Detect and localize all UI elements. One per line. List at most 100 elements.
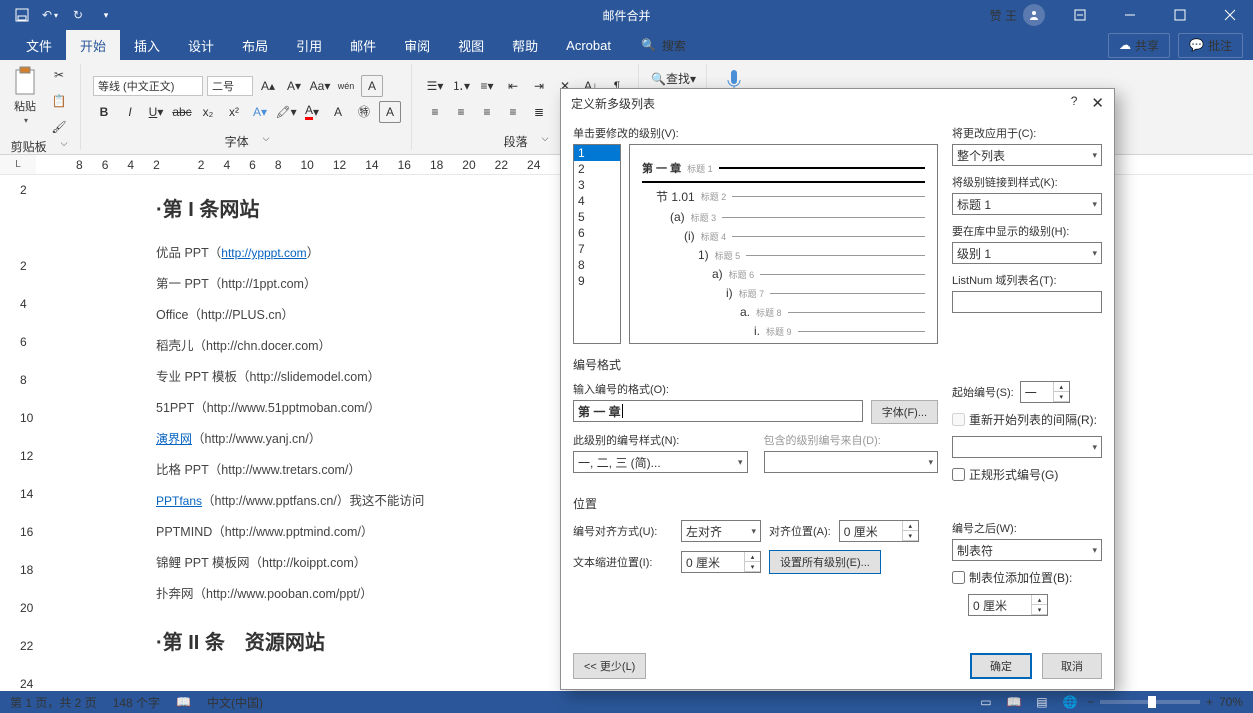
level-list[interactable]: 123456789 (573, 144, 621, 344)
spell-check-icon[interactable]: 📖 (176, 695, 191, 709)
legal-checkbox[interactable]: 正规形式编号(G) (952, 466, 1102, 483)
italic-icon[interactable]: I (119, 101, 141, 123)
numbering-icon[interactable]: ⒈▾ (450, 75, 472, 97)
ok-button[interactable]: 确定 (970, 653, 1032, 679)
superscript-icon[interactable]: x² (223, 101, 245, 123)
tab-references[interactable]: 引用 (282, 30, 336, 61)
language-status[interactable]: 中文(中国) (207, 694, 263, 711)
share-button[interactable]: ☁ 共享 (1108, 33, 1170, 58)
search-box[interactable]: 🔍 搜索 (641, 37, 686, 54)
subscript-icon[interactable]: x₂ (197, 101, 219, 123)
follow-select[interactable]: 制表符▾ (952, 539, 1102, 561)
increase-indent-icon[interactable]: ⇥ (528, 75, 550, 97)
decrease-indent-icon[interactable]: ⇤ (502, 75, 524, 97)
undo-icon[interactable]: ↶▾ (36, 1, 64, 29)
link-style-select[interactable]: 标题 1▾ (952, 193, 1102, 215)
level-item[interactable]: 9 (574, 273, 620, 289)
tab-help[interactable]: 帮助 (498, 30, 552, 61)
tab-layout[interactable]: 布局 (228, 30, 282, 61)
dialog-close-icon[interactable]: ✕ (1091, 94, 1104, 112)
save-icon[interactable] (8, 1, 36, 29)
ruler-tab-selector[interactable]: L (0, 155, 36, 174)
less-button[interactable]: << 更少(L) (573, 653, 646, 679)
doc-link[interactable]: http://ypppt.com (221, 246, 306, 260)
print-view-icon[interactable]: ▤ (1031, 693, 1053, 711)
bullets-icon[interactable]: ☰▾ (424, 75, 446, 97)
shrink-font-icon[interactable]: A▾ (283, 75, 305, 97)
focus-view-icon[interactable]: ▭ (975, 693, 997, 711)
underline-icon[interactable]: U▾ (145, 101, 167, 123)
listnum-input[interactable] (952, 291, 1102, 313)
font-button[interactable]: 字体(F)... (871, 400, 938, 424)
minimize-icon[interactable] (1107, 0, 1153, 30)
numstyle-select[interactable]: 一, 二, 三 (简)...▾ (573, 451, 748, 473)
bold-icon[interactable]: B (93, 101, 115, 123)
read-view-icon[interactable]: 📖 (1003, 693, 1025, 711)
cut-icon[interactable]: ✂ (48, 64, 70, 86)
level-item[interactable]: 4 (574, 193, 620, 209)
start-spinner[interactable]: 一▴▾ (1020, 381, 1070, 403)
find-button[interactable]: 🔍查找▾ (651, 70, 696, 87)
align-select[interactable]: 左对齐▾ (681, 520, 761, 542)
tab-insert[interactable]: 插入 (120, 30, 174, 61)
tab-home[interactable]: 开始 (66, 30, 120, 61)
level-item[interactable]: 1 (574, 145, 620, 161)
font-name-select[interactable] (93, 76, 203, 96)
tab-design[interactable]: 设计 (174, 30, 228, 61)
tab-view[interactable]: 视图 (444, 30, 498, 61)
comments-button[interactable]: 💬 批注 (1178, 33, 1243, 58)
phonetic-icon[interactable]: wén (335, 75, 357, 97)
setall-button[interactable]: 设置所有级别(E)... (769, 550, 881, 574)
web-view-icon[interactable]: 🌐 (1059, 693, 1081, 711)
clear-format-icon[interactable]: A (361, 75, 383, 97)
highlight-icon[interactable]: 🖍▾ (275, 101, 297, 123)
zoom-in-icon[interactable]: + (1206, 695, 1213, 709)
cancel-button[interactable]: 取消 (1042, 653, 1102, 679)
level-item[interactable]: 8 (574, 257, 620, 273)
level-item[interactable]: 5 (574, 209, 620, 225)
strike-icon[interactable]: abc (171, 101, 193, 123)
char-shading-icon[interactable]: A (327, 101, 349, 123)
tabstop-checkbox[interactable]: 制表位添加位置(B): (952, 569, 1102, 586)
char-border-icon[interactable]: A (379, 101, 401, 123)
ribbon-options-icon[interactable] (1057, 0, 1103, 30)
apply-to-select[interactable]: 整个列表▾ (952, 144, 1102, 166)
alignat-spinner[interactable]: 0 厘米▴▾ (839, 520, 919, 542)
font-color-icon[interactable]: A▾ (301, 101, 323, 123)
zoom-slider[interactable] (1100, 700, 1200, 704)
level-item[interactable]: 2 (574, 161, 620, 177)
tab-mailings[interactable]: 邮件 (336, 30, 390, 61)
user-account[interactable]: 赞 王 (990, 4, 1045, 26)
maximize-icon[interactable] (1157, 0, 1203, 30)
format-painter-icon[interactable]: 🖌 (48, 116, 70, 138)
change-case-icon[interactable]: Aa▾ (309, 75, 331, 97)
doc-link[interactable]: PPTfans (156, 494, 202, 508)
multilevel-icon[interactable]: ≡▾ (476, 75, 498, 97)
close-icon[interactable] (1207, 0, 1253, 30)
distribute-icon[interactable]: ≣ (528, 101, 550, 123)
align-right-icon[interactable]: ≡ (476, 101, 498, 123)
zoom-out-icon[interactable]: − (1087, 695, 1094, 709)
justify-icon[interactable]: ≡ (502, 101, 524, 123)
page-status[interactable]: 第 1 页，共 2 页 (10, 694, 97, 711)
dialog-help-icon[interactable]: ? (1071, 94, 1078, 112)
indent-spinner[interactable]: 0 厘米▴▾ (681, 551, 761, 573)
align-left-icon[interactable]: ≡ (424, 101, 446, 123)
vertical-ruler[interactable]: 224681012141618202224 (0, 175, 36, 695)
tab-file[interactable]: 文件 (12, 30, 66, 61)
text-effects-icon[interactable]: A▾ (249, 101, 271, 123)
numfmt-input[interactable]: 第 一 章 (573, 400, 863, 422)
level-item[interactable]: 3 (574, 177, 620, 193)
zoom-value[interactable]: 70% (1219, 695, 1243, 709)
gallery-select[interactable]: 级别 1▾ (952, 242, 1102, 264)
font-size-select[interactable] (207, 76, 253, 96)
align-center-icon[interactable]: ≡ (450, 101, 472, 123)
enclose-icon[interactable]: ㊕ (353, 101, 375, 123)
grow-font-icon[interactable]: A▴ (257, 75, 279, 97)
doc-link[interactable]: 演界网 (156, 432, 192, 446)
level-item[interactable]: 6 (574, 225, 620, 241)
paste-button[interactable]: 粘贴 ▾ (8, 64, 42, 138)
tab-acrobat[interactable]: Acrobat (552, 32, 625, 59)
copy-icon[interactable]: 📋 (48, 90, 70, 112)
qat-more-icon[interactable]: ▾ (92, 1, 120, 29)
